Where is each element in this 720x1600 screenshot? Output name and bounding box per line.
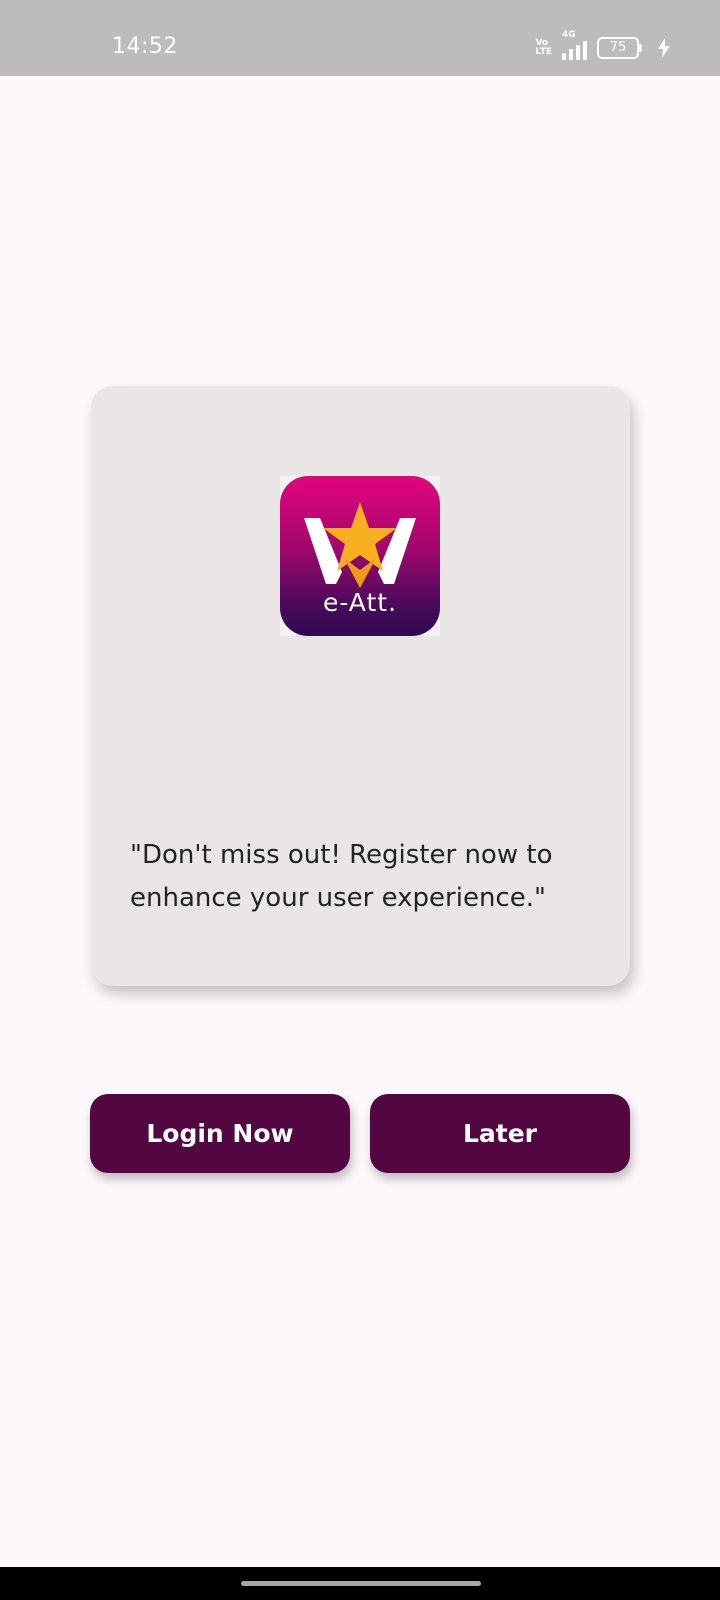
later-button[interactable]: Later bbox=[370, 1094, 630, 1173]
network-type-label: 4G bbox=[562, 30, 576, 40]
status-bar: 14:52 Vo LTE 4G 75 bbox=[0, 0, 720, 76]
volte-bottom-label: LTE bbox=[535, 47, 552, 57]
register-prompt-card: e-Att. "Don't miss out! Register now to … bbox=[91, 386, 630, 986]
signal-bar bbox=[583, 41, 587, 60]
signal-bar bbox=[576, 45, 580, 60]
charging-icon bbox=[658, 38, 670, 58]
volte-icon: Vo LTE bbox=[535, 39, 552, 57]
battery-icon: 75 bbox=[597, 37, 642, 59]
signal-bar bbox=[562, 53, 566, 60]
signal-bar bbox=[569, 49, 573, 60]
battery-level: 75 bbox=[597, 37, 639, 59]
popup-screen: 14:52 Vo LTE 4G 75 e-Att. "Don't miss ou… bbox=[0, 0, 720, 1600]
signal-icon: 4G bbox=[562, 30, 587, 60]
register-message: "Don't miss out! Register now to enhance… bbox=[130, 840, 553, 913]
logo-text: e-Att. bbox=[322, 588, 398, 617]
e-att-logo: e-Att. bbox=[280, 476, 440, 636]
login-now-button[interactable]: Login Now bbox=[90, 1094, 350, 1173]
logo-frame: e-Att. bbox=[280, 476, 440, 636]
home-indicator[interactable] bbox=[241, 1581, 481, 1586]
status-time: 14:52 bbox=[112, 34, 178, 59]
status-icons: Vo LTE 4G 75 bbox=[535, 30, 670, 60]
battery-tip bbox=[639, 44, 642, 52]
navigation-bar bbox=[0, 1567, 720, 1600]
